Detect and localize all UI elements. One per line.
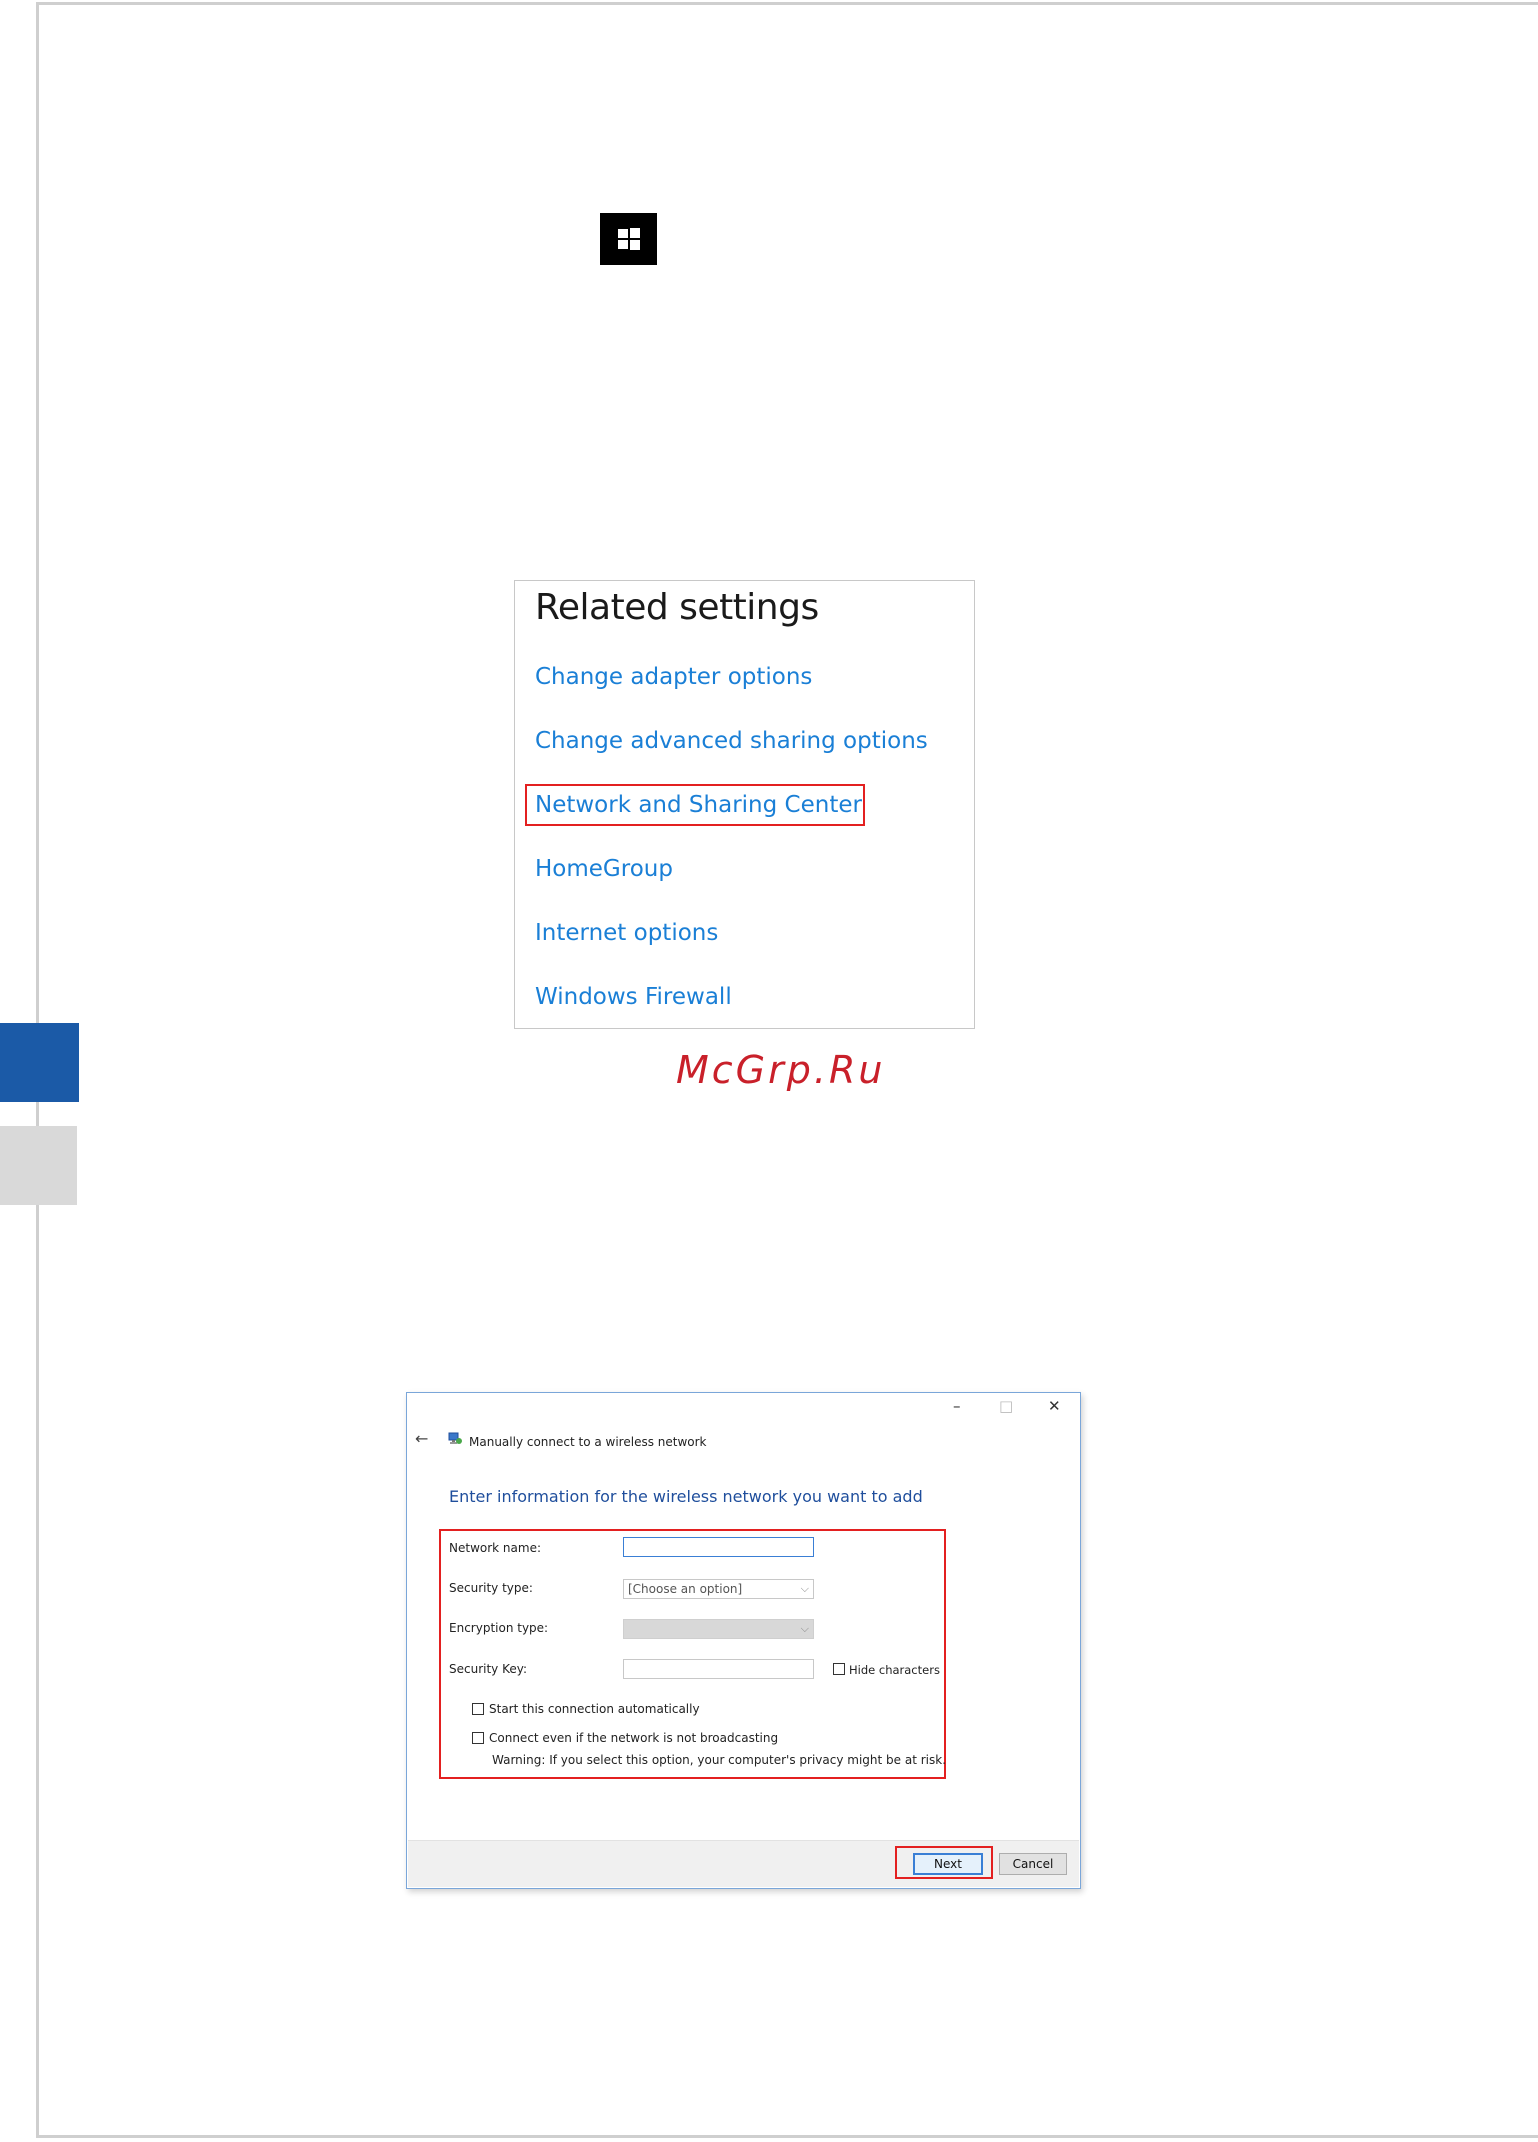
minimize-button[interactable]: – [953, 1397, 961, 1415]
wireless-network-dialog: – □ ✕ ← Manually connect to a wireless n… [406, 1392, 1081, 1889]
security-type-select[interactable]: [Choose an option] ⌵ [623, 1579, 814, 1599]
encryption-type-label: Encryption type: [449, 1621, 549, 1635]
link-network-and-sharing-center[interactable]: Network and Sharing Center [535, 792, 862, 818]
security-key-label: Security Key: [449, 1662, 528, 1676]
close-button[interactable]: ✕ [1048, 1397, 1061, 1415]
connect-not-broadcasting-label: Connect even if the network is not broad… [489, 1731, 779, 1745]
network-name-input[interactable] [623, 1537, 814, 1557]
link-change-adapter-options[interactable]: Change adapter options [535, 664, 812, 690]
encryption-type-select[interactable]: ⌵ [623, 1619, 814, 1639]
link-windows-firewall[interactable]: Windows Firewall [535, 984, 732, 1010]
cancel-button[interactable]: Cancel [999, 1853, 1067, 1875]
related-settings-title: Related settings [535, 587, 819, 628]
chapter-tab-inactive [0, 1126, 77, 1205]
security-type-value: [Choose an option] [628, 1582, 743, 1596]
security-key-input[interactable] [623, 1659, 814, 1679]
hide-characters-label: Hide characters [849, 1663, 940, 1677]
link-homegroup[interactable]: HomeGroup [535, 856, 673, 882]
security-type-label: Security type: [449, 1581, 533, 1595]
connect-not-broadcasting-checkbox[interactable] [472, 1732, 484, 1744]
chevron-down-icon: ⌵ [800, 1622, 809, 1635]
maximize-button[interactable]: □ [999, 1397, 1013, 1415]
start-auto-checkbox[interactable] [472, 1703, 484, 1715]
dialog-title: Manually connect to a wireless network [469, 1435, 707, 1449]
network-name-label: Network name: [449, 1541, 541, 1555]
start-auto-label: Start this connection automatically [489, 1702, 700, 1716]
chapter-tab-active [0, 1023, 79, 1102]
network-icon [448, 1432, 462, 1444]
chevron-down-icon: ⌵ [800, 1582, 809, 1595]
link-internet-options[interactable]: Internet options [535, 920, 718, 946]
watermark-text: McGrp.Ru [676, 1048, 886, 1092]
link-change-advanced-sharing-options[interactable]: Change advanced sharing options [535, 728, 928, 754]
next-highlight-box [895, 1846, 993, 1879]
related-settings-panel: Related settings Change adapter options … [514, 580, 975, 1029]
windows-key-icon [600, 213, 657, 265]
privacy-warning-text: Warning: If you select this option, your… [492, 1753, 947, 1767]
back-arrow-icon[interactable]: ← [415, 1429, 428, 1448]
windows-logo-icon [617, 228, 640, 250]
dialog-heading: Enter information for the wireless netwo… [449, 1487, 923, 1506]
hide-characters-checkbox[interactable] [833, 1663, 845, 1675]
